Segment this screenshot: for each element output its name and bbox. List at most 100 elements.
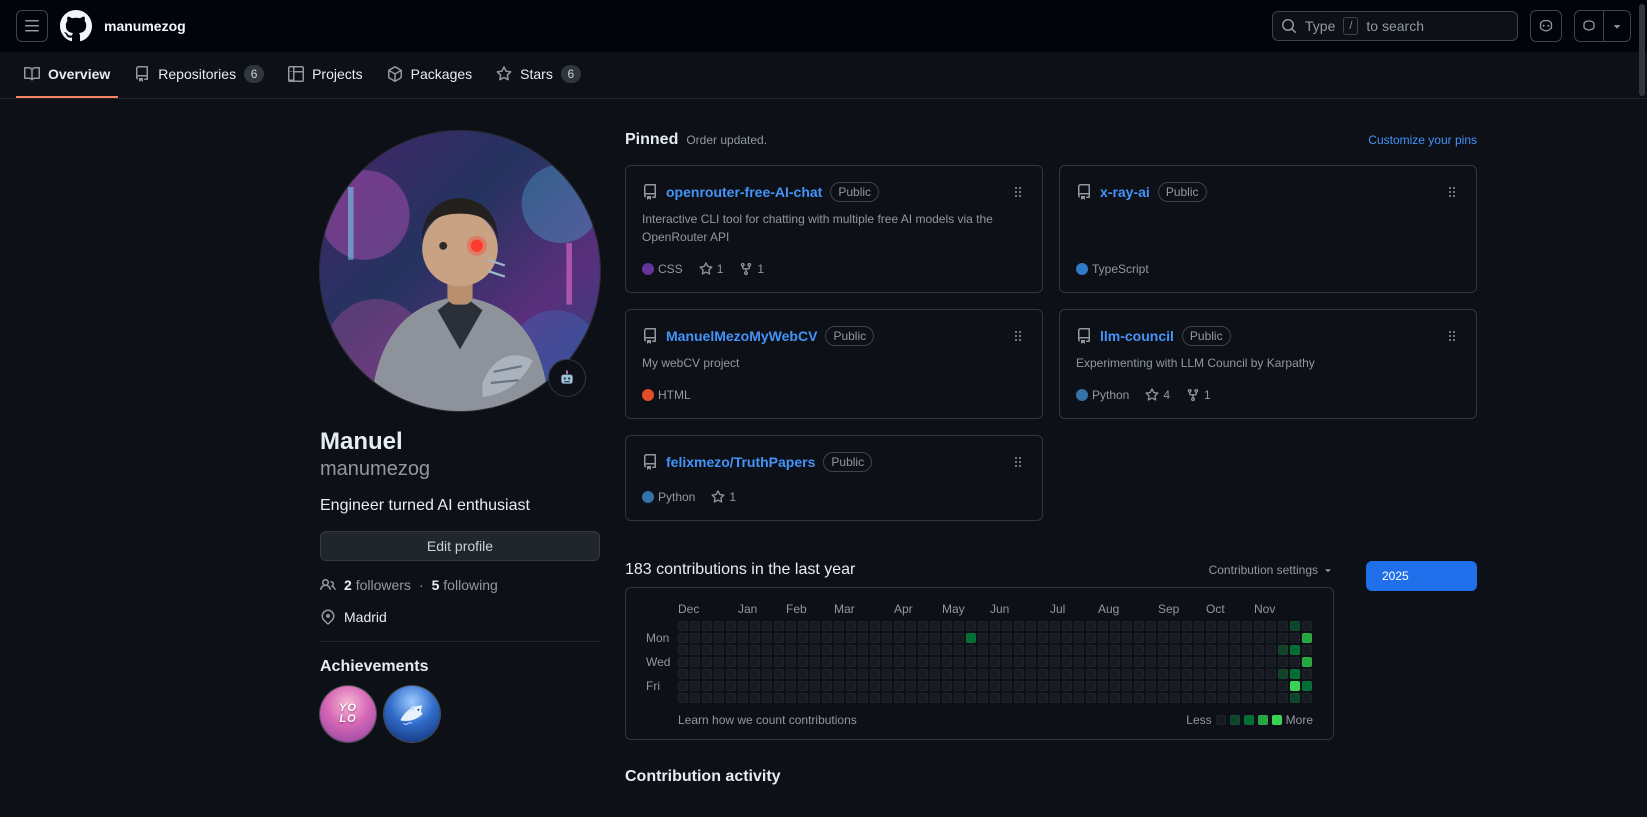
tab-repositories[interactable]: Repositories 6 [126, 52, 272, 98]
repo-forks-link[interactable]: 1 [739, 262, 764, 276]
tab-projects[interactable]: Projects [280, 52, 371, 98]
contribution-cell [1050, 621, 1060, 631]
contribution-cell [1062, 633, 1072, 643]
tab-label: Repositories [158, 66, 237, 82]
contribution-cell [1182, 681, 1192, 691]
month-label: Sep [1158, 602, 1180, 616]
contribution-cell [1026, 669, 1036, 679]
contribution-cell [1014, 657, 1024, 667]
contribution-cell [822, 645, 832, 655]
contribution-cell [762, 693, 772, 703]
contribution-cell [894, 669, 904, 679]
repo-stars-link[interactable]: 1 [711, 490, 736, 504]
contribution-cell [870, 621, 880, 631]
contribution-cell [714, 681, 724, 691]
followers-link[interactable]: 2 followers [344, 577, 411, 593]
contribution-cell [918, 621, 928, 631]
contribution-cell [1062, 681, 1072, 691]
repo-stars-link[interactable]: 1 [699, 262, 723, 276]
header-username-breadcrumb[interactable]: manumezog [104, 18, 186, 34]
contribution-cell [702, 633, 712, 643]
contribution-cell [1002, 669, 1012, 679]
contribution-cell [870, 633, 880, 643]
contribution-cell [894, 693, 904, 703]
contribution-cell [1230, 645, 1240, 655]
contribution-cell [810, 657, 820, 667]
drag-grabber-icon[interactable] [1444, 184, 1460, 200]
contribution-cell [714, 621, 724, 631]
contribution-cell [786, 693, 796, 703]
contribution-grid[interactable] [678, 621, 1312, 703]
tab-overview[interactable]: Overview [16, 52, 119, 98]
contribution-cell [858, 681, 868, 691]
copilot-menu-button[interactable] [1574, 10, 1631, 42]
copilot-icon [1538, 18, 1554, 34]
repo-name-link[interactable]: ManuelMezoMyWebCV [666, 328, 817, 344]
contribution-cell [1158, 645, 1168, 655]
contribution-cell [1158, 681, 1168, 691]
contribution-cell [1050, 693, 1060, 703]
contribution-cell [870, 669, 880, 679]
contribution-cell [1302, 669, 1312, 679]
contribution-cell [858, 621, 868, 631]
tab-packages[interactable]: Packages [379, 52, 480, 98]
tab-stars[interactable]: Stars 6 [488, 52, 589, 98]
contribution-cell [726, 621, 736, 631]
customize-pins-link[interactable]: Customize your pins [1368, 133, 1477, 147]
repo-icon [642, 454, 658, 470]
contribution-cell [738, 669, 748, 679]
edit-profile-button[interactable]: Edit profile [320, 531, 600, 561]
copilot-button[interactable] [1530, 10, 1562, 42]
drag-grabber-icon[interactable] [1010, 454, 1026, 470]
repo-name-link[interactable]: felixmezo/TruthPapers [666, 454, 815, 470]
location-pin-icon [320, 609, 336, 625]
contribution-cell [786, 681, 796, 691]
visibility-badge: Public [825, 326, 875, 346]
contribution-cell [846, 693, 856, 703]
contribution-cell [750, 681, 760, 691]
contribution-cell [1266, 645, 1276, 655]
repo-language: CSS [642, 262, 683, 276]
contribution-cell [882, 621, 892, 631]
tab-label: Overview [48, 66, 111, 82]
contribution-cell [834, 621, 844, 631]
contribution-cell [1086, 621, 1096, 631]
contribution-settings-dropdown[interactable]: Contribution settings [1209, 563, 1334, 577]
repo-stars-link[interactable]: 4 [1145, 388, 1170, 402]
contribution-cell [1026, 681, 1036, 691]
legend-cell [1215, 715, 1226, 725]
scrollbar-thumb[interactable] [1639, 4, 1645, 96]
learn-contributions-link[interactable]: Learn how we count contributions [678, 713, 857, 727]
achievement-badge-yolo[interactable]: YO LO [320, 686, 376, 742]
contribution-cell [786, 657, 796, 667]
repo-forks-link[interactable]: 1 [1186, 388, 1211, 402]
following-link[interactable]: 5 following [432, 577, 498, 593]
profile-name: Manuel [320, 428, 403, 455]
project-icon [288, 66, 305, 82]
drag-grabber-icon[interactable] [1010, 328, 1026, 344]
repo-name-link[interactable]: x-ray-ai [1100, 184, 1150, 200]
contribution-cell [1230, 669, 1240, 679]
search-input[interactable]: Type / to search [1272, 11, 1518, 41]
hamburger-menu-button[interactable] [16, 10, 48, 42]
drag-grabber-icon[interactable] [1444, 328, 1460, 344]
contribution-cell [978, 669, 988, 679]
achievement-badge-pull-shark[interactable] [384, 686, 440, 742]
repo-name-link[interactable]: llm-council [1100, 328, 1174, 344]
copilot-chat-icon [1575, 11, 1603, 41]
status-emoji-button[interactable] [548, 359, 586, 397]
drag-grabber-icon[interactable] [1010, 184, 1026, 200]
contribution-cell [774, 681, 784, 691]
repo-name-link[interactable]: openrouter-free-AI-chat [666, 184, 822, 200]
pinned-grid: openrouter-free-AI-chat Public Interacti… [625, 165, 1477, 521]
contribution-cell [966, 621, 976, 631]
year-2025-button[interactable]: 2025 [1366, 561, 1477, 591]
contribution-cell [870, 693, 880, 703]
contribution-cell [1182, 633, 1192, 643]
github-logo[interactable] [60, 10, 92, 42]
month-label: Oct [1206, 602, 1225, 616]
contribution-cell [1050, 669, 1060, 679]
followers-row: 2 followers · 5 following [320, 577, 600, 593]
repo-icon [642, 184, 658, 200]
pinned-order-note: Order updated. [686, 133, 768, 147]
